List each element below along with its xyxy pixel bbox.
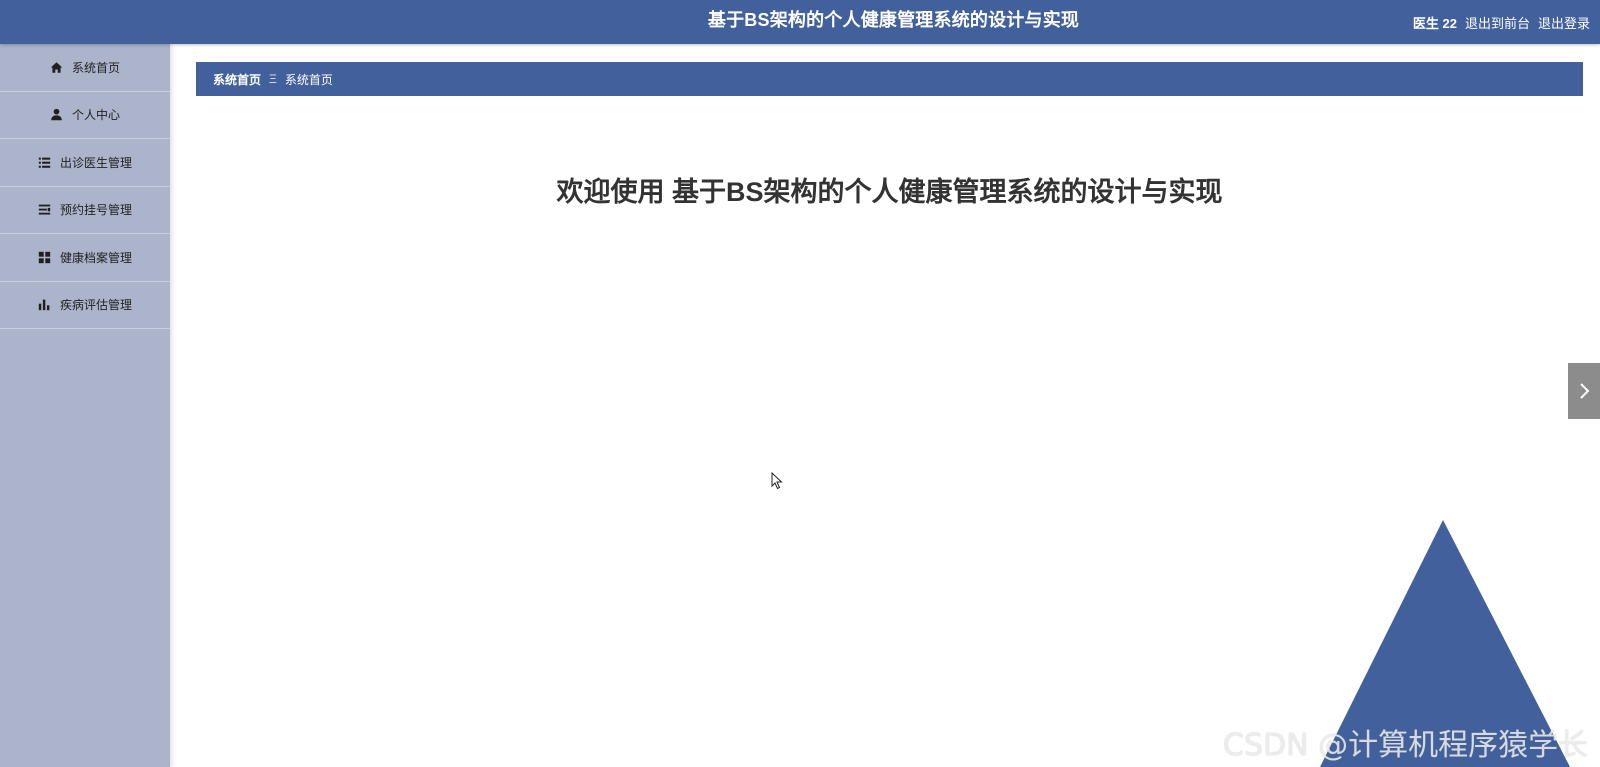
sidebar-item-label: 出诊医生管理 <box>59 155 132 170</box>
grid-icon <box>38 250 52 264</box>
chevron-right-icon <box>1580 383 1590 399</box>
sidebar-item-label: 预约挂号管理 <box>59 203 132 218</box>
breadcrumb-current: 系统首页 <box>284 72 333 87</box>
sidebar: 系统首页 个人中心 出诊医生管理 预约挂号管理 健康档案管理 疾病评估管理 <box>0 44 170 767</box>
breadcrumb: 系统首页 Ξ 系统首页 <box>196 62 1583 96</box>
top-header: 基于BS架构的个人健康管理系统的设计与实现 医生 22 退出到前台 退出登录 <box>0 0 1600 44</box>
sidebar-item-label: 健康档案管理 <box>59 250 132 265</box>
watermark: CSDN @计算机程序猿学长 <box>1223 728 1589 763</box>
app-title: 基于BS架构的个人健康管理系统的设计与实现 <box>707 10 1080 30</box>
sidebar-item-label: 系统首页 <box>71 60 120 75</box>
mouse-cursor-icon <box>771 472 783 490</box>
list-icon <box>38 155 52 169</box>
back-to-front-link[interactable]: 退出到前台 <box>1465 13 1530 32</box>
sidebar-item-label: 个人中心 <box>71 108 120 123</box>
current-user: 医生 22 <box>1412 15 1457 31</box>
home-icon <box>50 60 64 74</box>
sidebar-item-label: 疾病评估管理 <box>59 298 132 313</box>
breadcrumb-home-link[interactable]: 系统首页 <box>213 71 261 88</box>
sidebar-item-health-records[interactable]: 健康档案管理 <box>0 234 170 282</box>
sidebar-item-personal-center[interactable]: 个人中心 <box>0 92 170 139</box>
sidebar-item-disease-assessment[interactable]: 疾病评估管理 <box>0 282 170 329</box>
logout-link[interactable]: 退出登录 <box>1538 13 1590 32</box>
person-icon <box>50 108 64 122</box>
sidebar-item-home[interactable]: 系统首页 <box>0 44 170 92</box>
breadcrumb-separator-icon: Ξ <box>269 72 277 86</box>
sidebar-item-appointment-management[interactable]: 预约挂号管理 <box>0 187 170 234</box>
sidebar-item-doctor-management[interactable]: 出诊医生管理 <box>0 139 170 187</box>
sliders-icon <box>38 203 52 217</box>
bar-chart-icon <box>38 298 52 312</box>
side-expand-tab[interactable] <box>1568 363 1600 419</box>
header-user-area: 医生 22 退出到前台 退出登录 <box>1413 0 1590 44</box>
welcome-heading: 欢迎使用 基于BS架构的个人健康管理系统的设计与实现 <box>556 177 1223 207</box>
